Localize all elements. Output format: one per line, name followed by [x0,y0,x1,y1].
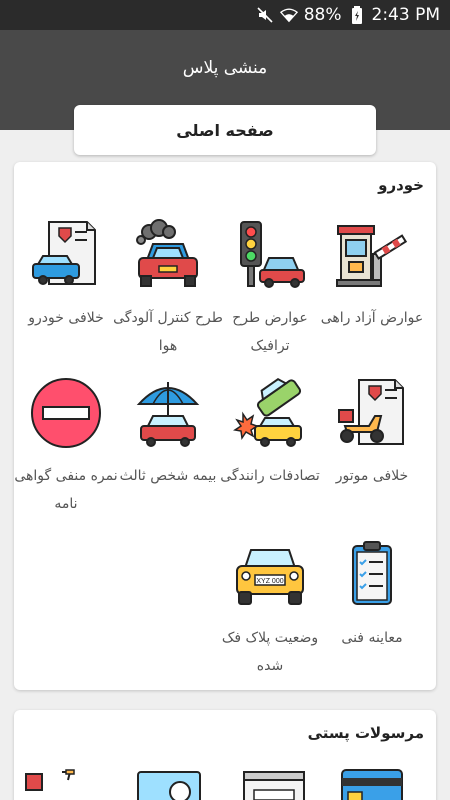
post-section-title: مرسولات پستی [307,724,424,742]
item-label: نمره منفی گواهی نامه [14,468,118,512]
wifi-icon [279,6,298,24]
credit-card-icon [341,769,403,800]
battery-icon [348,6,366,24]
item-freeway-toll[interactable]: عوارض آزاد راهی [317,218,427,332]
status-bar: 88% 2:43 PM [0,0,450,30]
app-title: منشی پلاس [182,58,268,78]
car-accident-icon [233,377,302,447]
item-pollution-control[interactable]: طرح کنترل آلودگی هوا [113,218,223,360]
post-section-card: مرسولات پستی [14,710,436,800]
toll-gate-icon [336,225,408,287]
item-car-fines[interactable]: خلافی خودرو [11,218,121,332]
mute-icon [256,6,274,24]
item-label: معاینه فنی [341,630,403,646]
item-label: عوارض طرح ترافیک [232,310,308,354]
document-window-icon [243,771,305,800]
package-icon [137,771,201,800]
item-plate-status[interactable]: XYZ 000 وضعیت پلاک فک شده [215,538,325,680]
item-label: بیمه شخص ثالث [119,468,217,484]
item-traffic-plan[interactable]: عوارض طرح ترافیک [215,218,325,360]
item-label: خلافی خودرو [28,310,104,326]
car-pollution-icon [136,219,198,287]
item-technical-inspection[interactable]: معاینه فنی [317,538,427,652]
motorcycle-fine-document-icon [338,379,404,445]
car-plate-icon: XYZ 000 [236,549,304,605]
delivery-scooter-icon [25,769,75,791]
item-third-party-insurance[interactable]: بیمه شخص ثالث [113,376,223,490]
car-fine-document-icon [32,221,96,285]
no-entry-icon [31,378,101,448]
traffic-light-car-icon [240,221,305,288]
clock: 2:43 PM [371,5,441,25]
item-motorcycle-fines[interactable]: خلافی موتور [317,376,427,490]
checklist-clipboard-icon [352,541,392,605]
item-label: وضعیت پلاک فک شده [221,630,319,674]
car-section-title: خودرو [378,176,424,194]
plate-text: XYZ 000 [256,578,283,585]
car-section-card: خودرو عوارض آزاد راهی عوارض طرح ترافیک ط… [14,162,436,690]
item-label: خلافی موتور [335,468,409,484]
item-accidents[interactable]: تصادفات رانندگی [215,376,325,490]
item-label: تصادفات رانندگی [220,468,320,484]
item-label: طرح کنترل آلودگی هوا [113,310,223,354]
battery-percent: 88% [303,5,342,25]
tab-home[interactable]: صفحه اصلی [74,105,376,155]
item-label: عوارض آزاد راهی [320,310,424,326]
item-license-negative-points[interactable]: نمره منفی گواهی نامه [11,376,121,518]
car-insurance-umbrella-icon [136,382,200,447]
